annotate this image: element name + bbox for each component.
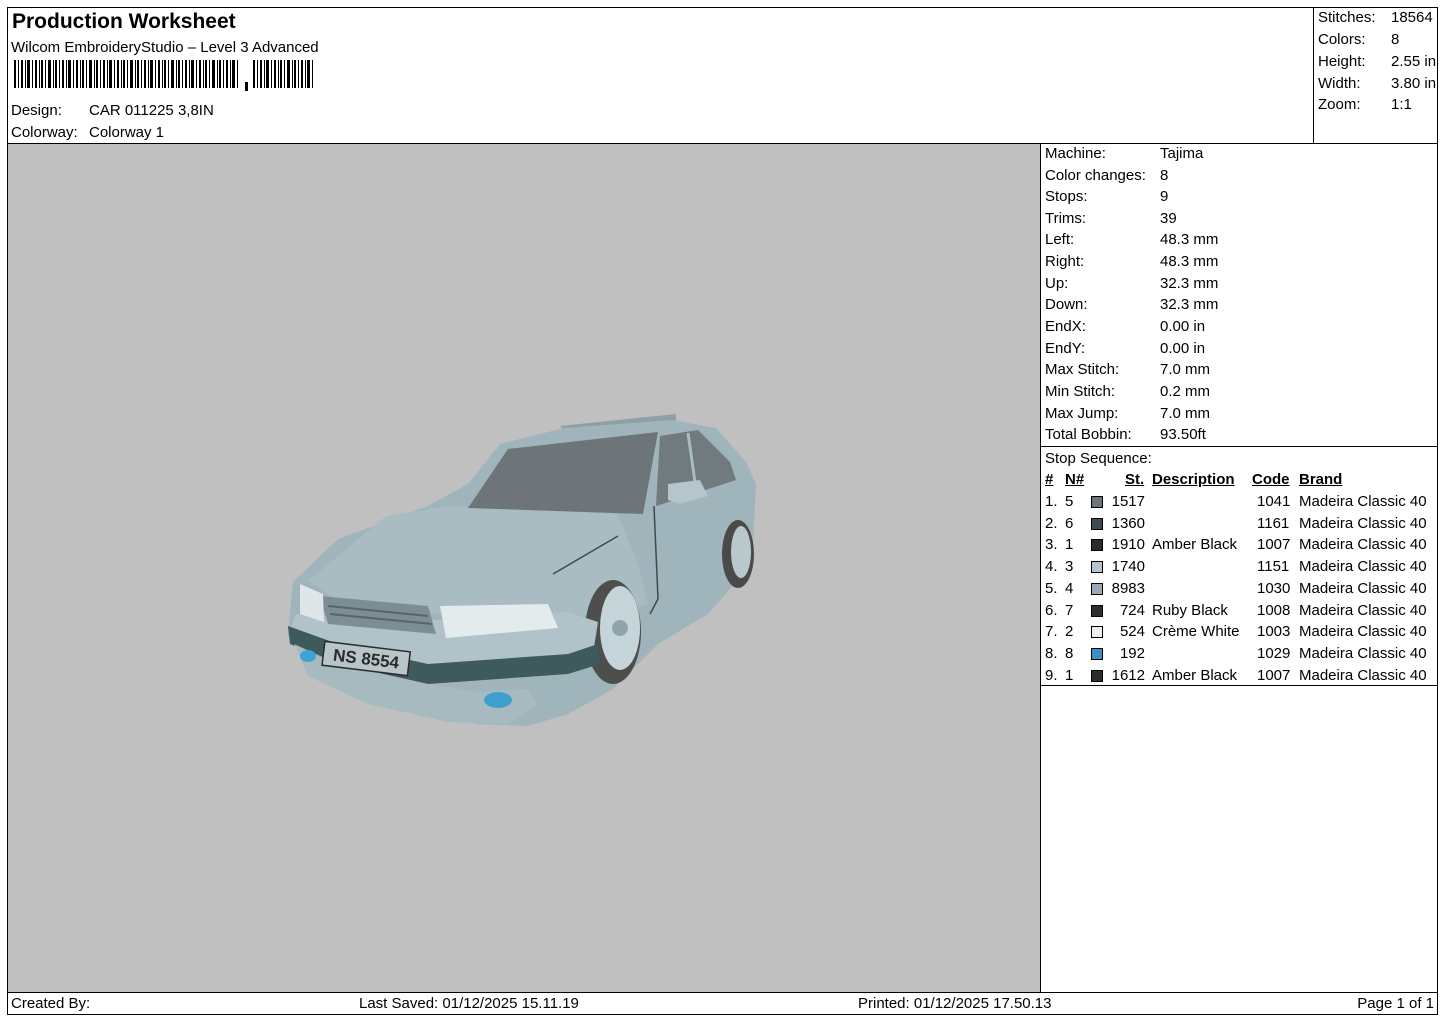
stop-description: Ruby Black (1152, 601, 1228, 619)
color-swatch (1091, 561, 1103, 574)
design-label: Design: (11, 102, 62, 119)
stop-needle: 7 (1065, 601, 1074, 619)
stop-stitches: 192 (1119, 644, 1145, 662)
col-header-stitches: St. (1125, 471, 1145, 488)
stop-row: 1. 5 1517 1041 Madeira Classic 40 (1041, 493, 1437, 515)
stop-sequence-caption: Stop Sequence: (1045, 450, 1152, 467)
design-stats: Stitches: 18564 Colors: 8 Height: 2.55 in W… (1314, 8, 1437, 144)
stop-code: 1030 (1257, 579, 1291, 597)
created-by: Created By: (11, 995, 91, 1012)
col-header-description: Description (1152, 471, 1235, 488)
stop-stitches: 1612 (1111, 666, 1145, 684)
stop-code: 1041 (1257, 493, 1291, 510)
color-swatch (1091, 647, 1103, 660)
stop-row: 5. 4 8983 1030 Madeira Classic 40 (1041, 580, 1437, 602)
stop-num: 9. (1045, 666, 1058, 684)
stop-row: 9. 1 1612 Amber Black 1007 Madeira Classic 40 (1041, 667, 1437, 689)
worksheet-footer: Created By: Last Saved: 01/12/2025 15.11… (8, 992, 1437, 1014)
stop-code: 1007 (1257, 666, 1291, 684)
color-swatch (1091, 604, 1103, 617)
col-header-code: Code (1252, 471, 1290, 488)
stop-num: 4. (1045, 558, 1058, 576)
stop-brand: Madeira Classic 40 (1299, 601, 1427, 619)
stop-num: 8. (1045, 644, 1058, 662)
car-embroidery-image: NS 8554 (288, 414, 756, 726)
color-swatch (1091, 626, 1103, 639)
stop-row: 3. 1 1910 Amber Black 1007 Madeira Classic 40 (1041, 536, 1437, 558)
stop-brand: Madeira Classic 40 (1299, 666, 1427, 684)
stop-stitches: 1740 (1111, 558, 1145, 576)
col-header-needle: N# (1065, 471, 1085, 488)
printed-date: Printed: 01/12/2025 17.50.13 (858, 995, 1052, 1012)
stop-stitches: 1360 (1111, 514, 1145, 532)
stop-num: 7. (1045, 623, 1058, 641)
stop-needle: 8 (1065, 644, 1074, 662)
stop-brand: Madeira Classic 40 (1299, 558, 1427, 576)
stop-needle: 3 (1065, 558, 1074, 576)
stop-row: 6. 7 724 Ruby Black 1008 Madeira Classic 40 (1041, 602, 1437, 624)
colorway-value: Colorway 1 (89, 124, 165, 141)
col-header-brand: Brand (1299, 471, 1343, 488)
color-swatch (1091, 517, 1103, 530)
stop-sequence-table: Stop Sequence: # N# St. Description Code… (1041, 447, 1437, 686)
page-title: Production Worksheet (12, 10, 236, 33)
page-number: Page 1 of 1 (1357, 995, 1434, 1012)
stop-brand: Madeira Classic 40 (1299, 536, 1427, 554)
stop-needle: 1 (1065, 666, 1074, 684)
stop-num: 6. (1045, 601, 1058, 619)
stop-brand: Madeira Classic 40 (1299, 493, 1427, 510)
worksheet-frame: Production Worksheet Wilcom EmbroiderySt… (7, 7, 1438, 1015)
stop-brand: Madeira Classic 40 (1299, 644, 1427, 662)
stop-description: Amber Black (1152, 536, 1238, 554)
stop-code: 1007 (1257, 536, 1291, 554)
stop-code: 1161 (1257, 514, 1290, 532)
stop-row: 8. 8 192 1029 Madeira Classic 40 (1041, 645, 1437, 667)
stop-brand: Madeira Classic 40 (1299, 579, 1427, 597)
stop-num: 1. (1045, 493, 1058, 510)
machine-info: Machine: Tajima Color changes: 8 Stops: 9 T… (1041, 144, 1437, 447)
stop-stitches: 724 (1119, 601, 1145, 619)
stop-needle: 4 (1065, 579, 1074, 597)
stop-brand: Madeira Classic 40 (1299, 514, 1427, 532)
stop-stitches: 8983 (1111, 579, 1145, 597)
stop-num: 5. (1045, 579, 1058, 597)
col-header-num: # (1045, 471, 1054, 488)
stop-code: 1008 (1257, 601, 1291, 619)
car-fog-light-right (484, 692, 512, 708)
color-swatch (1091, 582, 1103, 595)
stop-description: Amber Black (1152, 666, 1238, 684)
color-swatch (1091, 496, 1103, 508)
stop-needle: 6 (1065, 514, 1074, 532)
stop-stitches: 1517 (1111, 493, 1145, 510)
last-saved: Last Saved: 01/12/2025 15.11.19 (359, 995, 579, 1012)
color-swatch (1091, 669, 1103, 682)
stop-num: 2. (1045, 514, 1058, 532)
car-windshield (468, 432, 658, 514)
stop-brand: Madeira Classic 40 (1299, 623, 1427, 641)
software-name: Wilcom EmbroideryStudio – Level 3 Advanc… (11, 39, 319, 56)
stop-row: 2. 6 1360 1161 Madeira Classic 40 (1041, 515, 1437, 537)
color-swatch (1091, 539, 1103, 552)
car-fog-light-left (300, 650, 316, 662)
stop-num: 3. (1045, 536, 1058, 554)
worksheet-header: Production Worksheet Wilcom EmbroiderySt… (8, 8, 1314, 144)
colorway-row: Colorway: Colorway 1 (11, 124, 164, 141)
stop-needle: 1 (1065, 536, 1074, 554)
stop-needle: 5 (1065, 493, 1074, 510)
design-row: Design: CAR 011225 3,8IN (11, 102, 214, 119)
stop-row: 4. 3 1740 1151 Madeira Classic 40 (1041, 558, 1437, 580)
stop-code: 1003 (1257, 623, 1291, 641)
stop-code: 1151 (1257, 558, 1290, 576)
stop-description: Crème White (1152, 623, 1240, 641)
stop-code: 1029 (1257, 644, 1291, 662)
design-preview: NS 8554 (8, 144, 1041, 992)
stop-stitches: 524 (1119, 623, 1145, 641)
stop-stitches: 1910 (1111, 536, 1145, 554)
barcode-icon (14, 60, 313, 91)
design-value: CAR 011225 3,8IN (89, 102, 214, 119)
stop-row: 7. 2 524 Crème White 1003 Madeira Classic 40 (1041, 623, 1437, 645)
stop-needle: 2 (1065, 623, 1074, 641)
colorway-label: Colorway: (11, 124, 78, 141)
